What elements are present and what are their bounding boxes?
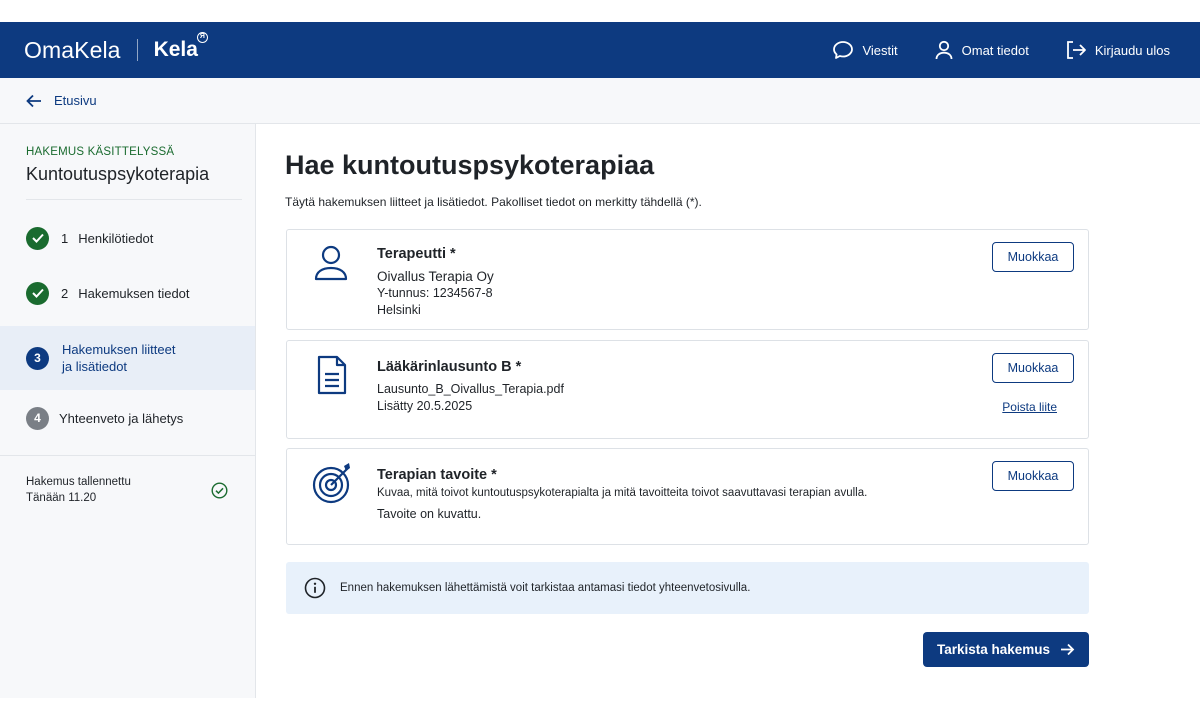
step-4[interactable]: 4 Yhteenveto ja lähetys [0,404,255,432]
check-icon [26,281,49,305]
step-label: Hakemuksen liitteet ja lisätiedot [62,342,176,374]
arrow-right-icon [1061,643,1075,656]
logout-label: Kirjaudu ulos [1094,42,1170,58]
page-intro: Täytä hakemuksen liitteet ja lisätiedot.… [285,195,702,209]
messages-label: Viestit [862,42,898,58]
card-title: Terapeutti * [377,246,456,262]
logout-link[interactable]: Kirjaudu ulos [1065,40,1170,60]
check-icon [26,226,49,250]
attachment-date: Lisätty 20.5.2025 [377,399,473,413]
person-icon [314,245,348,281]
person-icon [935,40,953,60]
save-status: Hakemus tallennettu Tänään 11.20 [26,476,131,504]
main-content: Hae kuntoutuspsykoterapiaa Täytä hakemuk… [256,124,1200,698]
step-number: 1 [61,230,69,246]
info-notice: Ennen hakemuksen lähettämistä voit tarki… [286,562,1089,614]
top-header: OmaKela Kela Я Viestit Omat tiedot Kirjau… [0,22,1200,78]
header-nav: Viestit Omat tiedot Kirjaudu ulos [796,40,1170,60]
profile-link[interactable]: Omat tiedot [934,40,1029,60]
divider [0,455,255,456]
check-circle-icon [211,482,228,499]
bottom-margin [0,698,1200,720]
remove-attachment-link[interactable]: Poista liite [1002,400,1057,414]
application-status: HAKEMUS KÄSITTELYSSÄ [26,146,175,158]
card-body: Terapeutti * Oivallus Terapia Oy Y-tunnu… [377,246,494,319]
divider [26,199,242,200]
edit-therapist-button[interactable]: Muokkaa [992,242,1074,272]
step-1[interactable]: 1 Henkilötiedot [0,224,255,252]
back-to-home-link[interactable]: Etusivu [26,93,97,108]
step-label: Henkilötiedot [78,230,154,246]
logout-icon [1066,41,1086,59]
check-application-button[interactable]: Tarkista hakemus [923,632,1089,667]
sidebar: HAKEMUS KÄSITTELYSSÄ Kuntoutuspsykoterap… [0,124,256,698]
document-icon [317,355,347,395]
breadcrumb: Etusivu [0,78,1200,124]
step-2[interactable]: 2 Hakemuksen tiedot [0,279,255,307]
therapist-city: Helsinki [377,303,421,317]
omakela-logo: OmaKela [24,36,121,63]
step-number-badge: 4 [26,406,49,430]
edit-statement-button[interactable]: Muokkaa [992,353,1074,383]
goal-status: Tavoite on kuvattu. [377,507,482,521]
brand-divider [136,39,138,61]
step-label: Yhteenveto ja lähetys [59,410,184,426]
profile-label: Omat tiedot [961,42,1029,58]
medical-statement-card: Lääkärinlausunto B * Lausunto_B_Oivallus… [286,340,1089,439]
chat-bubble-icon [833,41,854,59]
step-label: Hakemuksen tiedot [78,285,190,301]
button-label: Tarkista hakemus [936,642,1051,657]
attachment-filename: Lausunto_B_Oivallus_Terapia.pdf [377,382,564,396]
info-icon [304,577,326,599]
step-3-current[interactable]: 3 Hakemuksen liitteet ja lisätiedot [0,326,255,390]
therapy-goal-card: Terapian tavoite * Kuvaa, mitä toivot ku… [286,448,1089,545]
info-text: Ennen hakemuksen lähettämistä voit tarki… [340,582,751,594]
card-title: Terapian tavoite * [377,467,497,483]
brand[interactable]: OmaKela Kela Я [24,32,208,64]
application-title: Kuntoutuspsykoterapia [26,164,210,184]
card-body: Terapian tavoite * Kuvaa, mitä toivot ku… [377,467,867,523]
messages-link[interactable]: Viestit [832,40,898,60]
goal-description: Kuvaa, mitä toivot kuntoutuspsykoterapia… [377,487,868,499]
page-title: Hae kuntoutuspsykoterapiaa [285,150,655,180]
kela-logo-badge: Я [196,32,208,43]
step-number: 2 [61,285,69,301]
arrow-left-icon [26,94,41,107]
target-icon [312,463,350,504]
card-title: Lääkärinlausunto B * [377,359,522,375]
therapist-name: Oivallus Terapia Oy [377,269,494,284]
back-label: Etusivu [54,93,97,108]
step-number-badge: 3 [26,346,49,370]
card-body: Lääkärinlausunto B * Lausunto_B_Oivallus… [377,359,564,415]
kela-logo: Kela Я [154,32,208,62]
business-id: Y-tunnus: 1234567-8 [377,286,493,300]
therapist-card: Terapeutti * Oivallus Terapia Oy Y-tunnu… [286,229,1089,330]
top-margin [0,0,1200,22]
edit-goal-button[interactable]: Muokkaa [992,461,1074,491]
